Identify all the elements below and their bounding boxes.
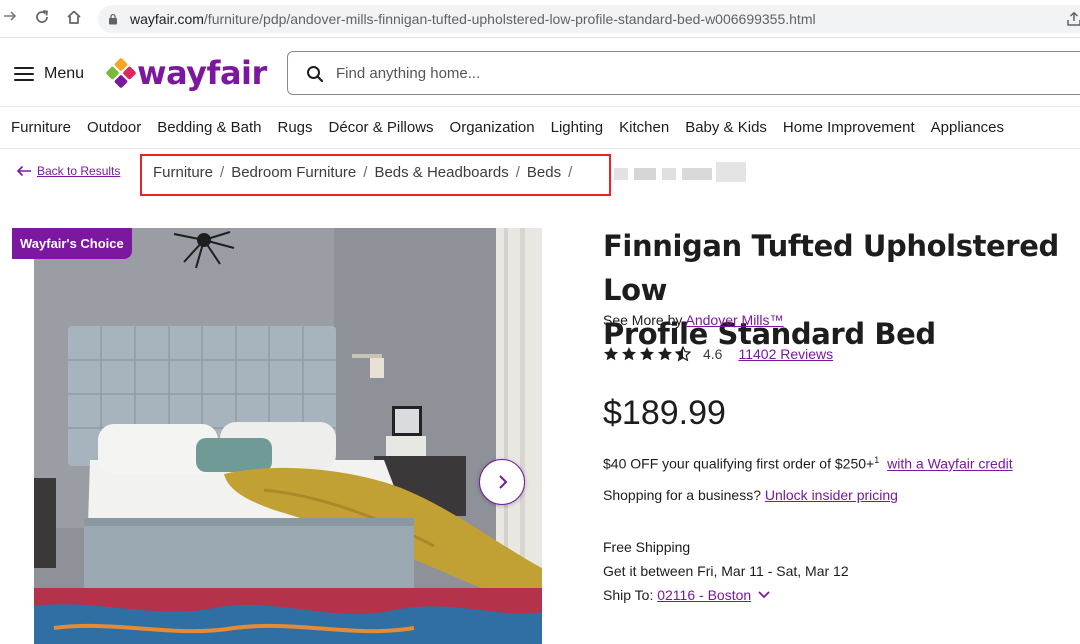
ship-to-label: Ship To: bbox=[603, 587, 654, 603]
promo-text: $40 OFF your qualifying first order of $… bbox=[603, 455, 875, 472]
category-organization[interactable]: Organization bbox=[450, 119, 535, 136]
reviews-link[interactable]: 11402 Reviews bbox=[738, 346, 833, 362]
breadcrumb-separator: / bbox=[220, 164, 225, 181]
shipping-info: Free Shipping Get it between Fri, Mar 11… bbox=[603, 535, 849, 607]
breadcrumb-separator: / bbox=[568, 164, 573, 181]
product-image[interactable] bbox=[34, 228, 542, 644]
chevron-right-icon bbox=[499, 475, 508, 489]
product-price: $189.99 bbox=[603, 394, 726, 432]
star-rating bbox=[603, 346, 693, 362]
logo-mark-icon bbox=[105, 57, 137, 89]
category-appliances[interactable]: Appliances bbox=[931, 119, 1004, 136]
search-bar[interactable] bbox=[287, 51, 1080, 95]
breadcrumb-beds-headboards[interactable]: Beds & Headboards bbox=[374, 164, 508, 181]
see-more-label: See More by bbox=[603, 312, 683, 328]
hamburger-icon bbox=[14, 66, 34, 82]
search-icon bbox=[307, 66, 324, 83]
search-input[interactable] bbox=[336, 62, 1036, 84]
category-bedding-bath[interactable]: Bedding & Bath bbox=[157, 119, 261, 136]
address-bar[interactable]: wayfair.com/furniture/pdp/andover-mills-… bbox=[98, 5, 1080, 33]
category-home-improvement[interactable]: Home Improvement bbox=[783, 119, 915, 136]
delivery-estimate: Get it between Fri, Mar 11 - Sat, Mar 12 bbox=[603, 563, 849, 579]
wayfair-credit-link[interactable]: with a Wayfair credit bbox=[887, 456, 1013, 472]
home-icon[interactable] bbox=[64, 9, 84, 29]
star-full-icon bbox=[640, 347, 654, 361]
back-to-results-label: Back to Results bbox=[37, 164, 121, 178]
rating-row: 4.6 11402 Reviews bbox=[603, 346, 833, 362]
category-decor-pillows[interactable]: Décor & Pillows bbox=[329, 119, 434, 136]
category-lighting[interactable]: Lighting bbox=[551, 119, 604, 136]
logo-text: wayfair bbox=[137, 54, 267, 92]
nav-divider bbox=[0, 148, 1080, 149]
star-full-icon bbox=[604, 347, 618, 361]
forward-arrow-icon[interactable] bbox=[0, 9, 20, 29]
lock-icon bbox=[109, 13, 117, 25]
ship-to-row: Ship To: 02116 - Boston bbox=[603, 583, 849, 607]
promo-footnote: 1 bbox=[874, 455, 880, 465]
brand-link[interactable]: Andover Mills™ bbox=[686, 312, 784, 328]
business-line: Shopping for a business? Unlock insider … bbox=[603, 487, 898, 503]
back-arrow-icon bbox=[16, 165, 31, 177]
business-prefix: Shopping for a business? bbox=[603, 487, 761, 503]
url-text: wayfair.com/furniture/pdp/andover-mills-… bbox=[130, 11, 816, 27]
product-title-line-1: Finnigan Tufted Upholstered Low bbox=[603, 229, 1059, 307]
chevron-down-icon[interactable] bbox=[758, 591, 770, 599]
menu-button[interactable]: Menu bbox=[14, 62, 84, 86]
header-divider bbox=[0, 106, 1080, 107]
back-to-results-link[interactable]: Back to Results bbox=[16, 164, 120, 178]
category-kitchen[interactable]: Kitchen bbox=[619, 119, 669, 136]
breadcrumb-beds[interactable]: Beds bbox=[527, 164, 561, 181]
star-full-icon bbox=[622, 347, 636, 361]
menu-label: Menu bbox=[44, 65, 85, 82]
product-title: Finnigan Tufted Upholstered Low Profile … bbox=[603, 224, 1080, 356]
wayfairs-choice-badge: Wayfair's Choice bbox=[12, 228, 132, 259]
reload-icon[interactable] bbox=[32, 9, 52, 29]
breadcrumb-redacted-item bbox=[612, 160, 748, 184]
category-rugs[interactable]: Rugs bbox=[277, 119, 312, 136]
ship-to-location-link[interactable]: 02116 - Boston bbox=[657, 583, 751, 607]
brand-line: See More by Andover Mills™ bbox=[603, 312, 784, 328]
bed-photo bbox=[34, 228, 542, 644]
free-shipping-label: Free Shipping bbox=[603, 539, 691, 555]
category-baby-kids[interactable]: Baby & Kids bbox=[685, 119, 767, 136]
rating-value: 4.6 bbox=[703, 346, 723, 362]
star-half-icon bbox=[675, 346, 691, 362]
breadcrumb-separator: / bbox=[363, 164, 368, 181]
breadcrumb-furniture[interactable]: Furniture bbox=[153, 164, 213, 181]
next-image-button[interactable] bbox=[479, 459, 525, 505]
insider-pricing-link[interactable]: Unlock insider pricing bbox=[765, 487, 898, 503]
breadcrumb-separator: / bbox=[515, 164, 520, 181]
breadcrumb: Furniture / Bedroom Furniture / Beds & H… bbox=[153, 164, 579, 181]
promo-line: $40 OFF your qualifying first order of $… bbox=[603, 455, 1013, 472]
browser-toolbar: wayfair.com/furniture/pdp/andover-mills-… bbox=[0, 0, 1080, 38]
url-host: wayfair.com bbox=[130, 11, 204, 27]
url-path: /furniture/pdp/andover-mills-finnigan-tu… bbox=[203, 11, 816, 27]
category-nav: Furniture Outdoor Bedding & Bath Rugs Dé… bbox=[11, 119, 1020, 136]
category-furniture[interactable]: Furniture bbox=[11, 119, 71, 136]
category-outdoor[interactable]: Outdoor bbox=[87, 119, 141, 136]
star-full-icon bbox=[658, 347, 672, 361]
wayfair-logo[interactable]: wayfair bbox=[105, 54, 267, 92]
share-icon[interactable] bbox=[1066, 11, 1080, 27]
breadcrumb-bedroom-furniture[interactable]: Bedroom Furniture bbox=[231, 164, 356, 181]
